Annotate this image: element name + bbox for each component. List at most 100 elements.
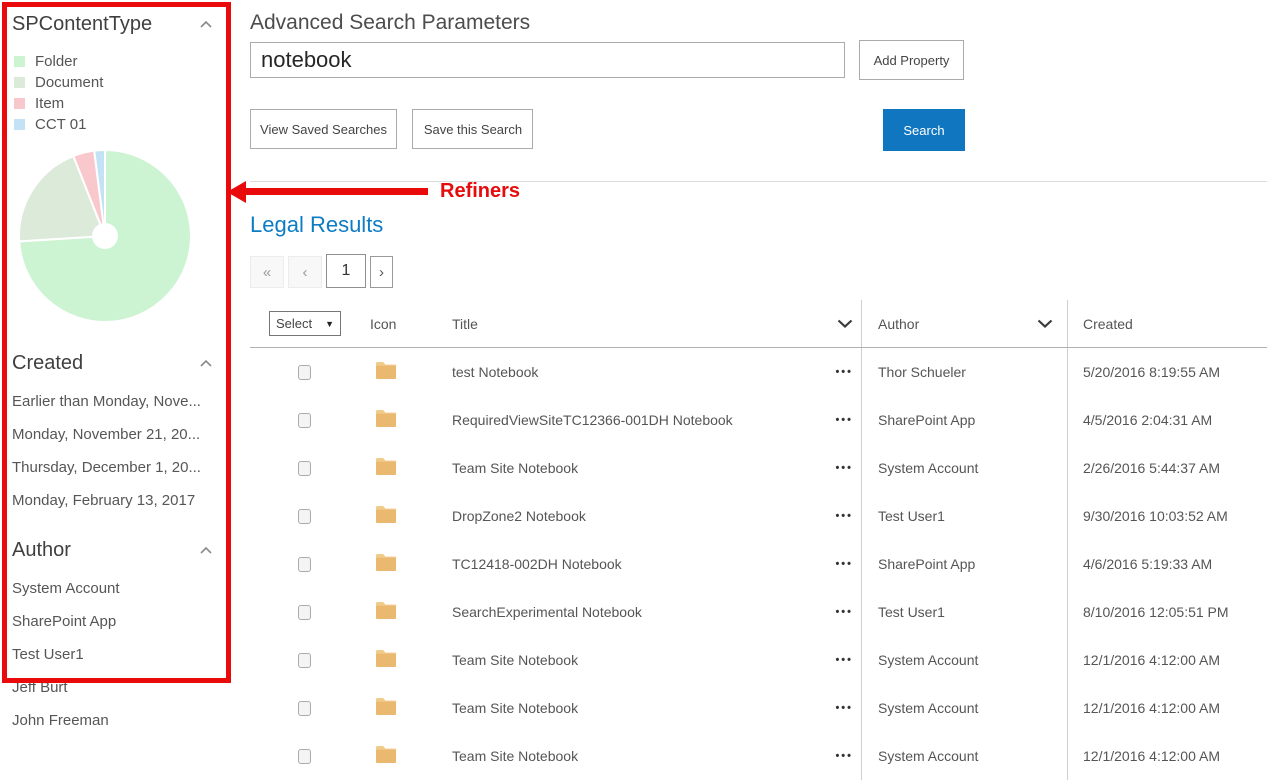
donut-hole [92,223,118,249]
row-checkbox[interactable] [298,605,311,620]
folder-icon [375,601,397,623]
result-title: Team Site Notebook [452,460,578,476]
author-refiner-item[interactable]: Test User1 [0,638,240,671]
result-title: DropZone2 Notebook [452,508,586,524]
author-refiner-item[interactable]: John Freeman [0,704,240,737]
table-row: RequiredViewSiteTC12366-001DH Notebook ••… [250,396,1267,444]
row-checkbox[interactable] [298,749,311,764]
row-checkbox[interactable] [298,365,311,380]
result-author: System Account [861,732,1067,780]
result-title: RequiredViewSiteTC12366-001DH Notebook [452,412,733,428]
row-checkbox[interactable] [298,701,311,716]
more-actions-icon[interactable]: ••• [835,510,853,522]
result-author: System Account [861,684,1067,732]
search-row: Add Property [250,42,1267,80]
created-refiner-item[interactable]: Earlier than Monday, Nove... [0,385,240,418]
results-heading: Legal Results [250,212,1267,238]
search-button[interactable]: Search [883,109,965,151]
row-checkbox[interactable] [298,461,311,476]
table-row: Team Site Notebook•••System Account12/1/… [250,636,1267,684]
table-row: Team Site Notebook•••System Account12/1/… [250,684,1267,732]
legend-item[interactable]: CCT 01 [14,114,240,135]
refiner-title-contenttype: SPContentType [12,13,152,36]
chevron-up-icon[interactable] [200,21,212,28]
column-header-author: Author [878,316,919,332]
pagination: « ‹ 1 › [250,254,1267,288]
row-checkbox[interactable] [298,653,311,668]
refiners-annotation: Refiners [227,180,520,203]
folder-icon [375,649,397,671]
row-checkbox[interactable] [298,413,311,428]
created-refiner-list: Earlier than Monday, Nove...Monday, Nove… [0,385,240,517]
more-actions-icon[interactable]: ••• [835,366,853,378]
author-refiner-item[interactable]: SharePoint App [0,605,240,638]
created-refiner-item[interactable]: Monday, February 13, 2017 [0,484,240,517]
result-title: Team Site Notebook [452,700,578,716]
result-author: SharePoint App [861,540,1067,588]
legend-item[interactable]: Folder [14,51,240,72]
row-checkbox[interactable] [298,557,311,572]
pagination-current-page[interactable]: 1 [326,254,366,288]
result-author: Test User1 [861,492,1067,540]
result-author: Test User1 [861,588,1067,636]
folder-icon [375,697,397,719]
table-row: Team Site Notebook•••System Account2/26/… [250,444,1267,492]
result-created: 4/5/2016 2:04:31 AM [1067,396,1267,444]
more-actions-icon[interactable]: ••• [835,606,853,618]
search-input[interactable] [250,42,845,78]
column-header-icon: Icon [370,316,396,332]
search-actions-row: View Saved Searches Save this Search Sea… [250,109,1267,151]
folder-icon [375,361,397,383]
content-type-legend: Folder DocumentItem CCT 01 [14,51,240,135]
refiner-title-created: Created [12,352,83,375]
chevron-down-icon[interactable] [1037,319,1053,328]
chevron-down-icon[interactable] [837,319,853,328]
row-checkbox[interactable] [298,509,311,524]
result-title: TC12418-002DH Notebook [452,556,622,572]
legend-swatch [14,119,25,130]
legend-label: CCT 01 [35,116,86,133]
more-actions-icon[interactable]: ••• [835,462,853,474]
legend-item[interactable]: Item [14,93,240,114]
table-row: DropZone2 Notebook•••Test User19/30/2016… [250,492,1267,540]
pagination-first-button[interactable]: « [250,256,284,288]
select-dropdown[interactable]: Select ▼ [269,311,341,336]
result-created: 8/10/2016 12:05:51 PM [1067,588,1267,636]
table-body: test Notebook•••Thor Schueler5/20/2016 8… [250,348,1267,780]
result-title: SearchExperimental Notebook [452,604,642,620]
author-refiner-item[interactable]: Jeff Burt [0,671,240,704]
results-table: Select ▼ Icon Title Author [250,300,1267,780]
created-refiner-item[interactable]: Thursday, December 1, 20... [0,451,240,484]
more-actions-icon[interactable]: ••• [835,702,853,714]
table-row: Team Site Notebook•••System Account12/1/… [250,732,1267,780]
save-this-search-button[interactable]: Save this Search [412,109,533,149]
refiners-sidebar: SPContentType Folder DocumentItem CCT 01 C… [0,0,240,737]
column-header-title: Title [452,316,478,332]
folder-icon [375,409,397,431]
content-type-pie-chart[interactable] [13,144,197,328]
main-content: Advanced Search Parameters Add Property … [250,0,1267,780]
result-created: 4/6/2016 5:19:33 AM [1067,540,1267,588]
legend-item[interactable]: Document [14,72,240,93]
refiner-title-author: Author [12,539,71,562]
result-author: Thor Schueler [861,348,1067,396]
pagination-previous-button[interactable]: ‹ [288,256,322,288]
legend-label: Folder [35,53,78,70]
dropdown-arrow-icon: ▼ [325,319,334,329]
table-header: Select ▼ Icon Title Author [250,300,1267,348]
folder-icon [375,553,397,575]
result-created: 2/26/2016 5:44:37 AM [1067,444,1267,492]
more-actions-icon[interactable]: ••• [835,654,853,666]
folder-icon [375,745,397,767]
more-actions-icon[interactable]: ••• [835,750,853,762]
pagination-next-button[interactable]: › [370,256,393,288]
author-refiner-item[interactable]: System Account [0,572,240,605]
chevron-up-icon[interactable] [200,360,212,367]
more-actions-icon[interactable]: ••• [835,558,853,570]
created-refiner-item[interactable]: Monday, November 21, 20... [0,418,240,451]
result-title: test Notebook [452,364,538,380]
add-property-button[interactable]: Add Property [859,40,964,80]
view-saved-searches-button[interactable]: View Saved Searches [250,109,397,149]
more-actions-icon[interactable]: ••• [835,414,853,426]
chevron-up-icon[interactable] [200,547,212,554]
